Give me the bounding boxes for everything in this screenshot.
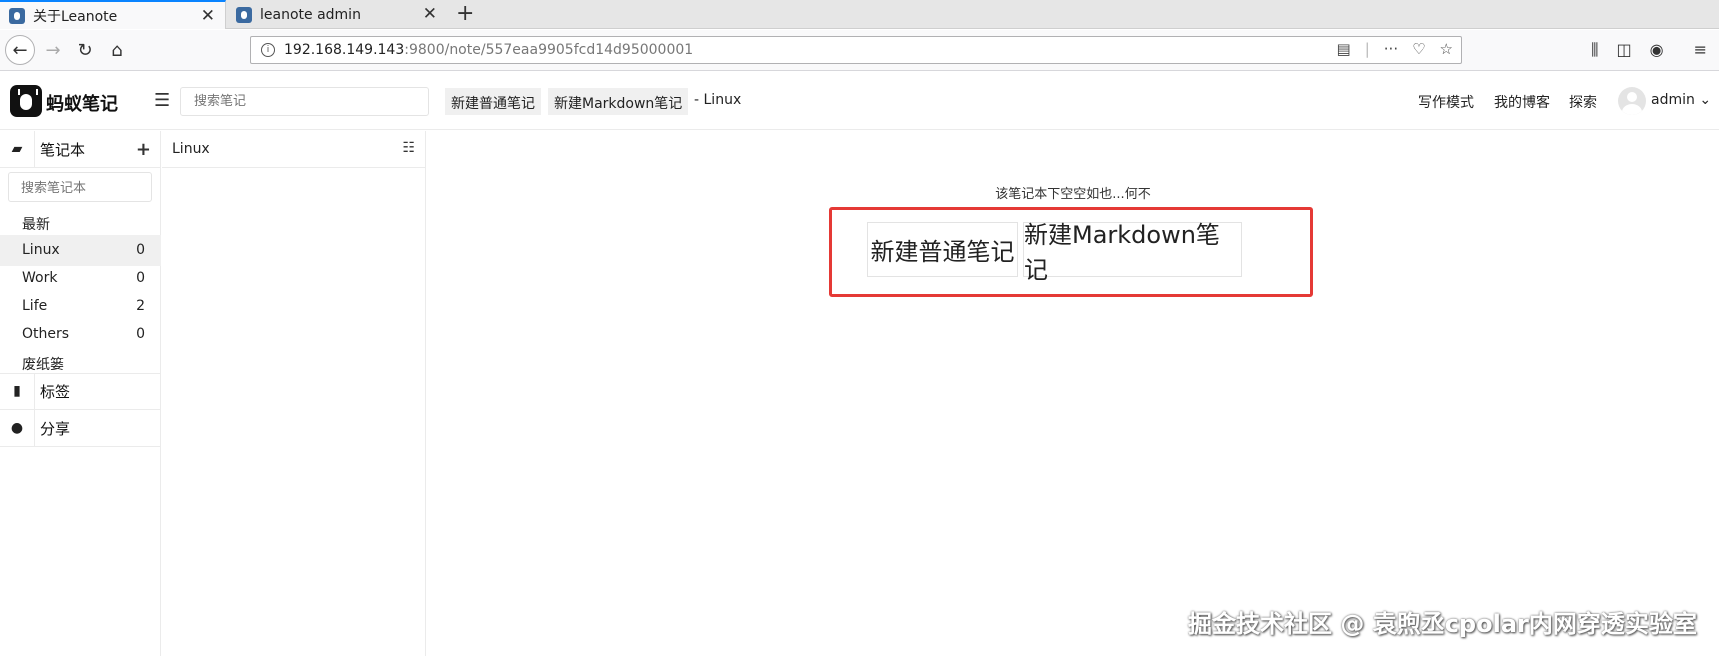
note-list-header: Linux ☷ [162,131,425,168]
notebook-count: 0 [136,242,145,258]
address-bar[interactable]: i 192.168.149.143 :9800/note/557eaa9905f… [250,36,1462,64]
account-icon[interactable]: ◉ [1650,40,1664,60]
notebook-count: 0 [136,270,145,286]
avatar[interactable] [1618,87,1646,115]
leanote-favicon-icon [9,7,25,24]
close-icon[interactable]: ✕ [201,6,215,26]
reload-icon[interactable]: ↻ [71,36,99,64]
sidebar-item-label: Work [22,270,58,286]
back-arrow-icon[interactable]: ← [5,35,35,65]
app-header: 蚂蚁笔记 ☰ 新建普通笔记 新建Markdown笔记 - Linux 写作模式 … [0,72,1719,130]
tags-label: 标签 [40,383,71,401]
sidebar-toggle-icon[interactable]: ◫ [1617,40,1632,60]
address-bar-actions: ▤ | ··· ♡ ☆ [1337,40,1453,58]
note-list-title: Linux [172,141,210,157]
sidebar-item-life[interactable]: Life 2 [0,291,161,322]
notebooks-section-header[interactable]: ▰ 笔记本 + [0,130,161,168]
share-label: 分享 [40,419,71,438]
notebook-icon: ▰ [0,130,35,168]
site-info-icon[interactable]: i [261,43,275,57]
browser-toolbar-right: ⫼ ◫ ◉ ≡ [1591,40,1707,60]
pocket-icon[interactable]: ♡ [1412,40,1425,58]
current-notebook-label: - Linux [694,92,742,108]
note-list-panel: Linux ☷ [162,131,426,656]
watermark-text: 掘金技术社区 @ 袁煦丞cpolar内网穿透实验室 [1188,610,1697,638]
leanote-logo-icon[interactable] [10,85,42,117]
new-note-button[interactable]: 新建普通笔记 [867,222,1018,277]
my-blog-link[interactable]: 我的博客 [1494,92,1550,112]
sidebar-item-label: 最新 [22,217,50,233]
forward-arrow-icon[interactable]: → [39,36,67,64]
username-dropdown[interactable]: admin ⌄ [1651,92,1711,108]
sidebar-item-label: 废纸篓 [22,357,64,373]
add-notebook-plus-icon[interactable]: + [136,139,151,160]
notebook-search-input[interactable] [8,172,152,202]
close-icon[interactable]: ✕ [423,4,437,24]
library-icon[interactable]: ⫼ [1591,40,1598,60]
sidebar-item-others[interactable]: Others 0 [0,319,161,350]
sidebar-collapse-icon[interactable]: ☰ [154,90,170,111]
more-actions-icon[interactable]: ··· [1384,40,1398,58]
notebooks-label: 笔记本 [40,140,86,159]
separator: | [1364,40,1370,58]
browser-tab-leanote-admin[interactable]: leanote admin ✕ [227,0,447,29]
list-view-icon[interactable]: ☷ [402,140,415,156]
empty-notebook-message: 该笔记本下空空如也...何不 [995,187,1151,202]
sidebar-item-label: Others [22,326,70,342]
menu-hamburger-icon[interactable]: ≡ [1694,40,1707,60]
notebook-count: 2 [136,298,145,314]
sidebar-item-latest[interactable]: 最新 [0,207,161,238]
notebook-count: 0 [136,326,145,342]
header-new-markdown-button[interactable]: 新建Markdown笔记 [548,88,689,115]
new-markdown-note-button[interactable]: 新建Markdown笔记 [1023,221,1242,284]
reader-view-icon[interactable]: ▤ [1337,40,1351,58]
bookmark-icon: ▮ [0,373,35,410]
browser-tab-strip: 关于Leanote ✕ leanote admin ✕ + [0,0,1719,29]
tab-title: 关于Leanote [33,8,118,25]
sidebar-item-label: Life [22,298,48,314]
tags-section-header[interactable]: ▮ 标签 [0,373,161,410]
note-editor-area: 该笔记本下空空如也...何不 新建普通笔记 新建Markdown笔记 [427,131,1719,656]
home-icon[interactable]: ⌂ [103,36,131,64]
share-section-header[interactable]: ● 分享 [0,409,161,447]
browser-tab-about-leanote[interactable]: 关于Leanote ✕ [0,0,226,29]
browser-navigation-bar: ← → ↻ ⌂ i 192.168.149.143 :9800/note/557… [0,30,1719,71]
sidebar-item-work[interactable]: Work 0 [0,263,161,294]
bookmark-star-icon[interactable]: ☆ [1440,40,1453,58]
sidebar-item-linux[interactable]: Linux 0 [0,235,161,266]
new-tab-plus-icon[interactable]: + [456,1,474,26]
leanote-favicon-icon [236,6,252,23]
url-host: 192.168.149.143 [284,42,405,58]
writing-mode-link[interactable]: 写作模式 [1418,92,1474,112]
sidebar-item-label: Linux [22,242,60,258]
logo-text[interactable]: 蚂蚁笔记 [46,90,118,116]
search-note-input[interactable] [180,87,429,116]
header-new-note-button[interactable]: 新建普通笔记 [445,88,541,115]
explore-link[interactable]: 探索 [1569,92,1597,112]
user-icon: ● [0,409,35,447]
url-path: :9800/note/557eaa9905fcd14d95000001 [404,42,694,58]
tab-title: leanote admin [260,6,361,23]
notebook-sidebar: ▰ 笔记本 + 最新 Linux 0 Work 0 Life 2 Others … [0,130,161,656]
